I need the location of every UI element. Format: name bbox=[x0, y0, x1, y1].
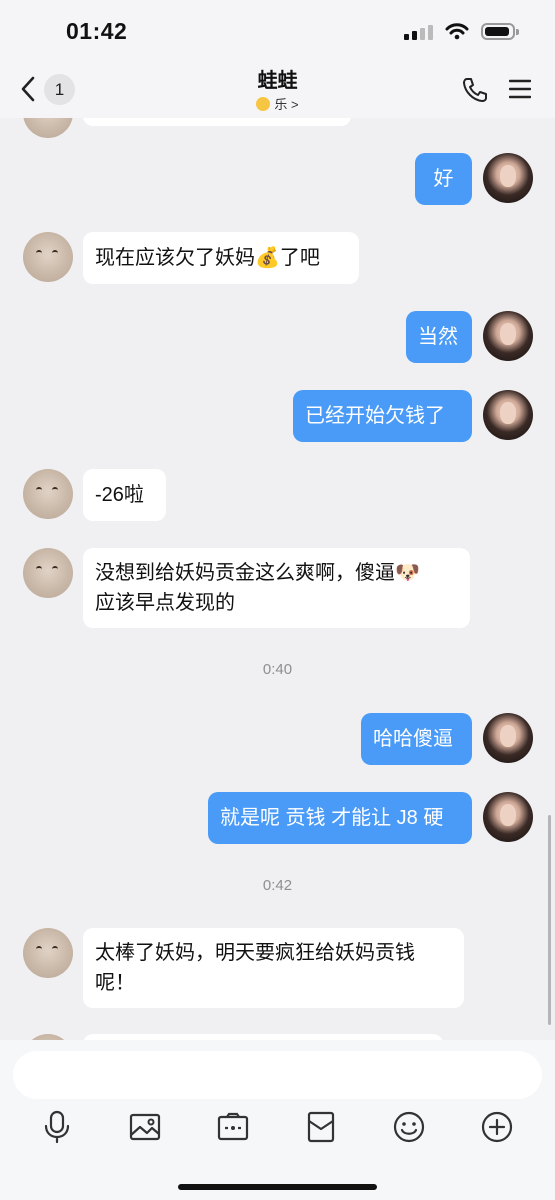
emoji-icon[interactable] bbox=[391, 1109, 427, 1145]
message-bubble[interactable]: 现在应该欠了妖妈💰了吧 bbox=[83, 232, 359, 284]
message-bubble[interactable]: 哈哈傻逼 bbox=[361, 713, 472, 765]
wifi-icon bbox=[445, 23, 469, 40]
status-icons bbox=[404, 22, 519, 40]
signal-icon bbox=[404, 25, 433, 40]
contact-avatar[interactable] bbox=[23, 118, 73, 138]
message-bubble[interactable]: 好 bbox=[415, 153, 472, 205]
message-bubble[interactable]: 当然 bbox=[406, 311, 472, 363]
chat-area[interactable]: 好 现在应该欠了妖妈💰了吧 当然 已经开始欠钱了 -26啦 没想到给妖妈贡金这么… bbox=[0, 118, 555, 1040]
message-bubble[interactable]: 太棒了妖妈，明天要疯狂给妖妈贡钱 呢！ bbox=[83, 928, 464, 1008]
red-packet-icon[interactable] bbox=[303, 1109, 339, 1145]
status-time: 01:42 bbox=[66, 18, 128, 44]
battery-icon bbox=[481, 23, 519, 40]
image-icon[interactable] bbox=[127, 1109, 163, 1145]
input-bar bbox=[0, 1040, 555, 1200]
status-bar: 01:42 bbox=[0, 0, 555, 62]
message-bubble[interactable]: 没想到给妖妈贡金这么爽啊，傻逼🐶 应该早点发现的 bbox=[83, 548, 470, 628]
chat-subtitle-text: 乐 > bbox=[274, 97, 299, 112]
contact-avatar[interactable] bbox=[23, 928, 73, 978]
add-icon[interactable] bbox=[479, 1109, 515, 1145]
message-bubble[interactable]: 已经开始欠钱了 bbox=[293, 390, 472, 442]
scrollbar[interactable] bbox=[548, 815, 551, 1025]
message-input[interactable] bbox=[13, 1051, 542, 1099]
camera-icon[interactable] bbox=[215, 1109, 251, 1145]
contact-avatar[interactable] bbox=[23, 548, 73, 598]
my-avatar[interactable] bbox=[483, 153, 533, 203]
home-indicator[interactable] bbox=[178, 1184, 377, 1190]
emoji-status-icon bbox=[256, 97, 271, 111]
message-bubble-partial[interactable] bbox=[83, 118, 351, 126]
menu-icon[interactable] bbox=[509, 78, 531, 100]
contact-avatar[interactable] bbox=[23, 232, 73, 282]
message-bubble[interactable]: -26啦 bbox=[83, 469, 166, 521]
my-avatar[interactable] bbox=[483, 311, 533, 361]
my-avatar[interactable] bbox=[483, 713, 533, 763]
timestamp: 0:42 bbox=[262, 877, 293, 894]
timestamp: 0:40 bbox=[262, 661, 293, 678]
my-avatar[interactable] bbox=[483, 390, 533, 440]
phone-icon[interactable] bbox=[461, 76, 489, 104]
contact-avatar[interactable] bbox=[23, 469, 73, 519]
microphone-icon[interactable] bbox=[39, 1109, 75, 1145]
chat-header: 1 蛙蛙 乐 > bbox=[0, 62, 555, 118]
my-avatar[interactable] bbox=[483, 792, 533, 842]
message-bubble[interactable]: 就是呢 贡钱 才能让 J8 硬 bbox=[208, 792, 472, 844]
